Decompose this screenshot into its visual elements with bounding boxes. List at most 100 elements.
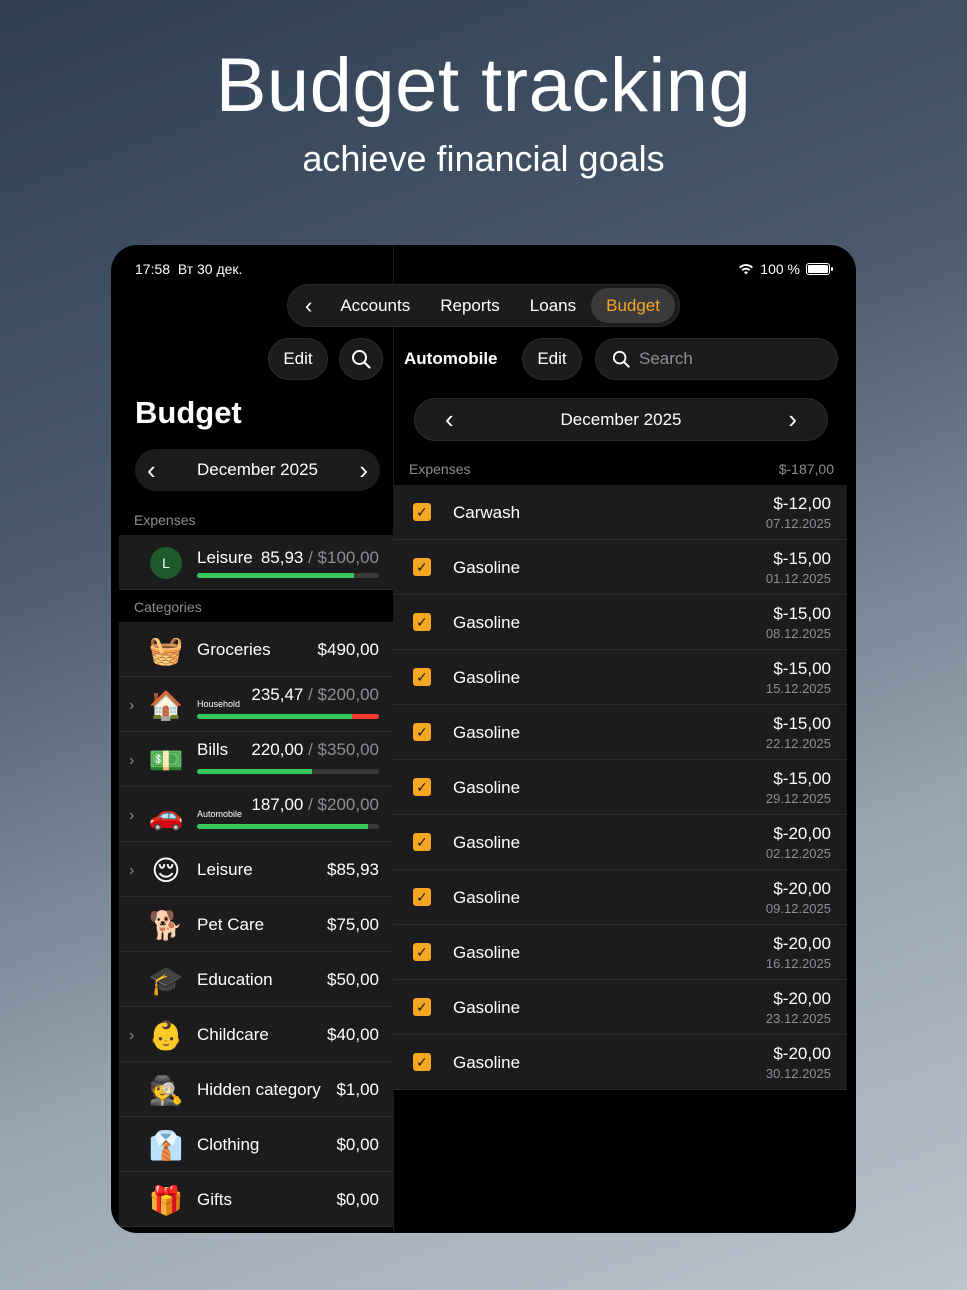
prev-month-icon[interactable]: ‹ <box>445 404 454 435</box>
tab-loans[interactable]: Loans <box>515 288 591 323</box>
battery-percent: 100 % <box>760 261 800 277</box>
category-row[interactable]: 👔 Clothing $0,00 <box>119 1117 393 1172</box>
expense-row[interactable]: ✓ Gasoline $-20,00 23.12.2025 <box>394 980 847 1035</box>
expense-date: 07.12.2025 <box>765 516 831 531</box>
category-row[interactable]: 🕵️ Hidden category $1,00 <box>119 1062 393 1117</box>
expenses-header: Expenses <box>409 461 471 477</box>
checkbox-checked-icon[interactable]: ✓ <box>413 833 431 851</box>
chevron-right-icon[interactable]: › <box>129 752 134 770</box>
expense-row[interactable]: ✓ Gasoline $-15,00 08.12.2025 <box>394 595 847 650</box>
budget-expense-row[interactable]: L Leisure 85,93 / $100,00 <box>119 535 393 590</box>
expense-date: 30.12.2025 <box>765 1066 831 1081</box>
expense-date: 23.12.2025 <box>765 1011 831 1026</box>
category-name: Clothing <box>197 1135 260 1154</box>
checkbox-checked-icon[interactable]: ✓ <box>413 943 431 961</box>
left-edit-button[interactable]: Edit <box>268 338 328 380</box>
nav-segmented-control: ‹ Accounts Reports Loans Budget <box>287 284 680 327</box>
category-row[interactable]: › 💵 Bills 220,00 / $350,00 <box>119 732 393 787</box>
expense-amount: $-20,00 <box>773 1044 831 1063</box>
expense-name: Gasoline <box>453 888 521 907</box>
next-month-icon[interactable]: › <box>359 455 368 486</box>
expense-amount: $-15,00 <box>773 604 831 623</box>
category-amount: $40,00 <box>327 1025 379 1044</box>
category-row[interactable]: › 🏠 Household 235,47 / $200,00 <box>119 677 393 732</box>
category-name: Hidden category <box>197 1080 321 1099</box>
category-budget: 220,00 / $350,00 <box>251 740 379 759</box>
checkbox-checked-icon[interactable]: ✓ <box>413 558 431 576</box>
category-icon: 🚗 <box>148 799 184 831</box>
chevron-right-icon[interactable]: › <box>129 697 134 715</box>
expense-row[interactable]: ✓ Gasoline $-15,00 22.12.2025 <box>394 705 847 760</box>
expense-amount: $-20,00 <box>773 989 831 1008</box>
expense-row[interactable]: ✓ Gasoline $-20,00 16.12.2025 <box>394 925 847 980</box>
tab-reports[interactable]: Reports <box>425 288 515 323</box>
category-row[interactable]: 🐕 Pet Care $75,00 <box>119 897 393 952</box>
checkbox-checked-icon[interactable]: ✓ <box>413 888 431 906</box>
checkbox-checked-icon[interactable]: ✓ <box>413 723 431 741</box>
expense-row[interactable]: ✓ Carwash $-12,00 07.12.2025 <box>394 485 847 540</box>
checkbox-checked-icon[interactable]: ✓ <box>413 778 431 796</box>
next-month-icon[interactable]: › <box>788 404 797 435</box>
category-row[interactable]: › 😌 Leisure $85,93 <box>119 842 393 897</box>
expense-amount: $-20,00 <box>773 879 831 898</box>
checkbox-checked-icon[interactable]: ✓ <box>413 998 431 1016</box>
expense-row[interactable]: ✓ Gasoline $-20,00 09.12.2025 <box>394 870 847 925</box>
category-amount: $50,00 <box>327 970 379 989</box>
expense-row[interactable]: ✓ Gasoline $-15,00 15.12.2025 <box>394 650 847 705</box>
chevron-right-icon[interactable]: › <box>129 1027 134 1045</box>
prev-month-icon[interactable]: ‹ <box>147 455 156 486</box>
expense-amount: $-15,00 <box>773 769 831 788</box>
category-row[interactable]: › 🚗 Automobile 187,00 / $200,00 <box>119 787 393 842</box>
page-title: Budget <box>135 395 242 430</box>
expense-amount: $-20,00 <box>773 824 831 843</box>
expense-row[interactable]: ✓ Gasoline $-20,00 30.12.2025 <box>394 1035 847 1090</box>
expense-name: Gasoline <box>453 1053 521 1072</box>
budget-expense-amount: 85,93 / $100,00 <box>260 548 379 567</box>
expense-name: Carwash <box>453 503 521 522</box>
category-name: Childcare <box>197 1025 269 1044</box>
category-row[interactable]: 🧺 Groceries $490,00 <box>119 622 393 677</box>
category-amount: $0,00 <box>336 1190 379 1209</box>
chevron-right-icon[interactable]: › <box>129 807 134 825</box>
status-bar: 17:58 Вт 30 дек. 100 % <box>111 245 856 285</box>
expense-name: Gasoline <box>453 943 521 962</box>
left-month-picker: ‹ December 2025 › <box>135 449 380 491</box>
category-row[interactable]: 🎓 Education $50,00 <box>119 952 393 1007</box>
checkbox-checked-icon[interactable]: ✓ <box>413 503 431 521</box>
category-icon: 🎓 <box>148 964 184 996</box>
right-month-picker: ‹ December 2025 › <box>414 398 828 441</box>
expense-name: Gasoline <box>453 668 521 687</box>
checkbox-checked-icon[interactable]: ✓ <box>413 668 431 686</box>
expense-date: 02.12.2025 <box>765 846 831 861</box>
expense-date: 09.12.2025 <box>765 901 831 916</box>
category-name: Gifts <box>197 1190 232 1209</box>
category-icon: 🕵️ <box>148 1074 184 1106</box>
expense-name: Gasoline <box>453 998 521 1017</box>
right-edit-button[interactable]: Edit <box>522 338 582 380</box>
chevron-left-icon[interactable]: ‹ <box>292 293 325 319</box>
search-input[interactable]: Search <box>595 338 838 380</box>
category-name: Leisure <box>197 860 253 879</box>
category-icon: 🎁 <box>148 1184 184 1216</box>
category-row[interactable]: 🎁 Gifts $0,00 <box>119 1172 393 1227</box>
progress-bar <box>197 769 379 774</box>
checkbox-checked-icon[interactable]: ✓ <box>413 613 431 631</box>
expense-name: Gasoline <box>453 778 521 797</box>
left-search-button[interactable] <box>339 338 383 380</box>
expenses-total: $-187,00 <box>778 461 834 477</box>
chevron-right-icon[interactable]: › <box>129 862 134 880</box>
expense-date: 15.12.2025 <box>765 681 831 696</box>
left-month-label: December 2025 <box>197 460 318 479</box>
status-indicators: 100 % <box>738 261 833 277</box>
category-row[interactable]: › 👶 Childcare $40,00 <box>119 1007 393 1062</box>
categories-header: Categories <box>134 599 202 615</box>
category-icon: 👶 <box>148 1019 184 1051</box>
tab-accounts[interactable]: Accounts <box>325 288 425 323</box>
tab-budget[interactable]: Budget <box>591 288 675 323</box>
category-icon: 🧺 <box>148 634 184 666</box>
expense-row[interactable]: ✓ Gasoline $-20,00 02.12.2025 <box>394 815 847 870</box>
checkbox-checked-icon[interactable]: ✓ <box>413 1053 431 1071</box>
expense-row[interactable]: ✓ Gasoline $-15,00 01.12.2025 <box>394 540 847 595</box>
expense-row[interactable]: ✓ Gasoline $-15,00 29.12.2025 <box>394 760 847 815</box>
category-name: Education <box>197 970 273 989</box>
